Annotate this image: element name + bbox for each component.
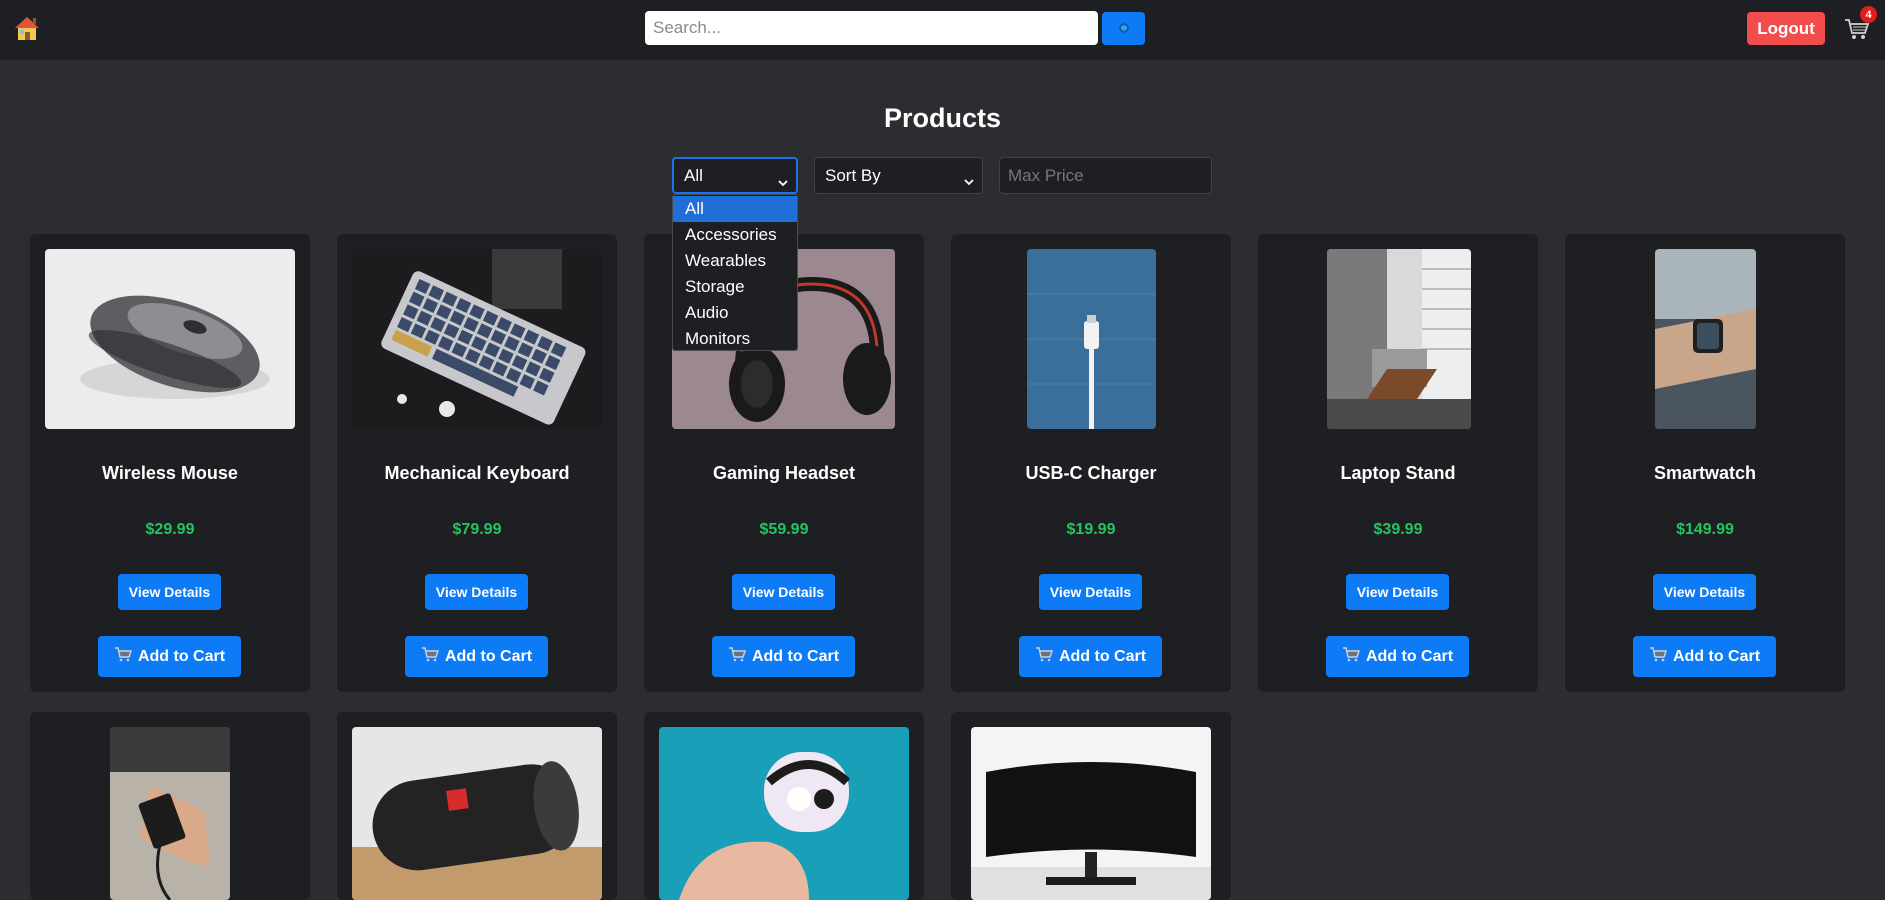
add-to-cart-label: Add to Cart bbox=[1058, 647, 1147, 665]
product-card: USB-C Charger $19.99 View Details Add to… bbox=[951, 234, 1231, 692]
product-image[interactable] bbox=[659, 727, 909, 900]
max-price-input[interactable] bbox=[999, 157, 1212, 194]
product-name: Wireless Mouse bbox=[102, 463, 238, 483]
product-price: $39.99 bbox=[1373, 521, 1423, 538]
chevron-down-icon bbox=[778, 173, 788, 187]
view-details-button[interactable]: View Details bbox=[1346, 574, 1449, 610]
add-to-cart-label: Add to Cart bbox=[444, 647, 533, 665]
sort-select[interactable]: Sort By bbox=[814, 157, 983, 194]
category-select-value: All bbox=[684, 165, 703, 185]
house-icon[interactable] bbox=[12, 14, 42, 44]
view-details-button[interactable]: View Details bbox=[1653, 574, 1756, 610]
search-button[interactable] bbox=[1102, 12, 1145, 45]
add-to-cart-label: Add to Cart bbox=[137, 647, 226, 665]
add-to-cart-button[interactable]: Add to Cart bbox=[1326, 636, 1469, 677]
category-option-storage[interactable]: Storage bbox=[673, 274, 797, 300]
product-image[interactable] bbox=[45, 249, 295, 429]
add-to-cart-button[interactable]: Add to Cart bbox=[405, 636, 548, 677]
product-card: Wireless Mouse $29.99 View Details Add t… bbox=[30, 234, 310, 692]
page-title: Products bbox=[883, 103, 1002, 133]
add-to-cart-button[interactable]: Add to Cart bbox=[712, 636, 855, 677]
category-option-accessories[interactable]: Accessories bbox=[673, 222, 797, 248]
product-image[interactable] bbox=[1027, 249, 1156, 429]
category-dropdown: All Accessories Wearables Storage Audio … bbox=[672, 194, 798, 351]
product-image[interactable] bbox=[971, 727, 1211, 900]
view-details-button[interactable]: View Details bbox=[118, 574, 221, 610]
product-image[interactable] bbox=[1655, 249, 1756, 429]
product-name: Gaming Headset bbox=[712, 463, 856, 483]
shopping-cart-icon bbox=[1649, 646, 1667, 667]
cart-count-badge: 4 bbox=[1860, 6, 1877, 23]
product-price: $149.99 bbox=[1676, 521, 1734, 538]
view-details-button[interactable]: View Details bbox=[1039, 574, 1142, 610]
category-option-wearables[interactable]: Wearables bbox=[673, 248, 797, 274]
product-price: $79.99 bbox=[452, 521, 502, 538]
shopping-cart-icon bbox=[114, 646, 132, 667]
category-option-audio[interactable]: Audio bbox=[673, 300, 797, 326]
add-to-cart-label: Add to Cart bbox=[1365, 647, 1454, 665]
view-details-button[interactable]: View Details bbox=[732, 574, 835, 610]
product-card bbox=[337, 712, 617, 900]
product-image[interactable] bbox=[110, 727, 230, 900]
product-card: Laptop Stand $39.99 View Details Add to … bbox=[1258, 234, 1538, 692]
add-to-cart-label: Add to Cart bbox=[1672, 647, 1761, 665]
category-select[interactable]: All bbox=[672, 157, 798, 194]
product-card bbox=[951, 712, 1231, 900]
view-details-button[interactable]: View Details bbox=[425, 574, 528, 610]
product-card bbox=[644, 712, 924, 900]
shopping-cart-icon bbox=[1342, 646, 1360, 667]
product-name: Laptop Stand bbox=[1340, 463, 1456, 483]
add-to-cart-button[interactable]: Add to Cart bbox=[1633, 636, 1776, 677]
add-to-cart-label: Add to Cart bbox=[751, 647, 840, 665]
product-price: $59.99 bbox=[759, 521, 809, 538]
product-name: Mechanical Keyboard bbox=[384, 463, 570, 483]
chevron-down-icon bbox=[964, 172, 974, 186]
product-name: Smartwatch bbox=[1653, 463, 1757, 483]
product-image[interactable] bbox=[352, 249, 602, 429]
search-input[interactable] bbox=[645, 11, 1098, 45]
logout-button[interactable]: Logout bbox=[1747, 12, 1825, 45]
shopping-cart-icon bbox=[728, 646, 746, 667]
shopping-cart-icon bbox=[1035, 646, 1053, 667]
product-price: $19.99 bbox=[1066, 521, 1116, 538]
sort-select-value: Sort By bbox=[825, 165, 881, 185]
product-card bbox=[30, 712, 310, 900]
product-card: Mechanical Keyboard $79.99 View Details … bbox=[337, 234, 617, 692]
product-price: $29.99 bbox=[145, 521, 195, 538]
product-image[interactable] bbox=[1327, 249, 1471, 429]
add-to-cart-button[interactable]: Add to Cart bbox=[1019, 636, 1162, 677]
globe-icon bbox=[1119, 20, 1129, 38]
product-name: USB-C Charger bbox=[1025, 463, 1157, 483]
category-option-monitors[interactable]: Monitors bbox=[673, 326, 797, 352]
product-card: Smartwatch $149.99 View Details Add to C… bbox=[1565, 234, 1845, 692]
add-to-cart-button[interactable]: Add to Cart bbox=[98, 636, 241, 677]
navbar: Logout 4 bbox=[0, 0, 1885, 60]
category-option-all[interactable]: All bbox=[673, 196, 797, 222]
product-image[interactable] bbox=[352, 727, 602, 900]
shopping-cart-icon bbox=[421, 646, 439, 667]
